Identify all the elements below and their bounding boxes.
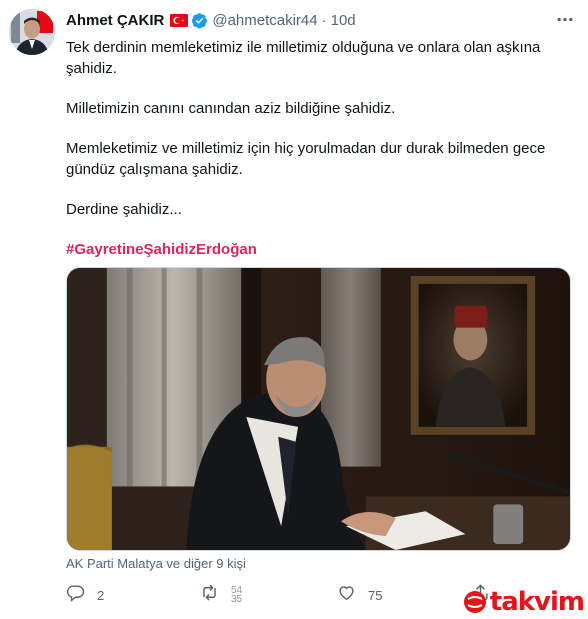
retweet-button[interactable]: 54 35 bbox=[200, 580, 245, 610]
more-icon[interactable] bbox=[552, 8, 578, 30]
tweet-text: Tek derdinin memleketimiz ile milletimiz… bbox=[66, 37, 571, 279]
tweet-paragraph: Tek derdinin memleketimiz ile milletimiz… bbox=[66, 39, 541, 77]
tweet-timestamp[interactable]: 10d bbox=[331, 12, 356, 29]
verified-icon bbox=[191, 12, 208, 29]
like-button[interactable]: 75 bbox=[337, 580, 382, 610]
like-icon bbox=[337, 583, 356, 607]
tweet-paragraph: Milletimizin canını canından aziz bildiğ… bbox=[66, 100, 396, 117]
reply-icon bbox=[66, 583, 85, 607]
hashtag-link[interactable]: #GayretineŞahidizErdoğan bbox=[66, 239, 257, 260]
watermark-text: takvim bbox=[489, 587, 585, 617]
tweet-paragraph: Memleketimiz ve milletimiz için hiç yoru… bbox=[66, 140, 546, 178]
author-name[interactable]: Ahmet ÇAKIR bbox=[66, 12, 164, 29]
social-context[interactable]: AK Parti Malatya ve diğer 9 kişi bbox=[66, 556, 246, 571]
tweet[interactable]: Ahmet ÇAKIR @ahmetcakir44 · 10d Tek derd… bbox=[0, 0, 588, 619]
reply-button[interactable]: 2 bbox=[66, 580, 104, 610]
tweet-paragraph: Derdine şahidiz... bbox=[66, 201, 182, 218]
turkish-flag-icon bbox=[170, 13, 189, 27]
author-handle[interactable]: @ahmetcakir44 bbox=[212, 12, 317, 29]
tweet-photo[interactable] bbox=[66, 267, 571, 551]
takvim-watermark: takvim bbox=[462, 587, 585, 617]
retweet-count: 54 35 bbox=[231, 586, 245, 604]
retweet-icon bbox=[200, 583, 219, 607]
tweet-header: Ahmet ÇAKIR @ahmetcakir44 · 10d bbox=[66, 9, 356, 31]
separator-dot: · bbox=[321, 11, 327, 29]
retweet-count-new: 35 bbox=[231, 594, 243, 605]
reply-count: 2 bbox=[97, 587, 105, 603]
like-count: 75 bbox=[368, 587, 383, 603]
takvim-logo-icon bbox=[463, 591, 486, 613]
avatar[interactable] bbox=[9, 9, 55, 55]
